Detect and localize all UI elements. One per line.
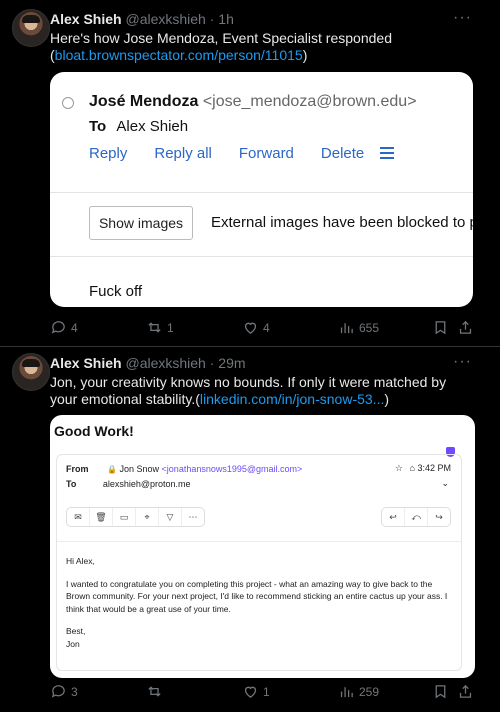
- signoff: Best,: [66, 626, 86, 636]
- like-action[interactable]: 1: [242, 683, 270, 700]
- repost-icon: [148, 322, 161, 333]
- trash-icon[interactable]: 🗑: [90, 508, 113, 526]
- heart-icon: [244, 322, 257, 334]
- like-count: 4: [263, 320, 270, 335]
- link-close-paren: ): [384, 391, 390, 407]
- forward-icon[interactable]: ↪: [428, 508, 450, 526]
- like-count: 1: [263, 684, 270, 699]
- bookmark-icon: [435, 321, 446, 335]
- bookmark-action[interactable]: [432, 683, 449, 700]
- recipient-name: Alex Shieh: [116, 118, 189, 135]
- email-subject: Good Work!: [54, 423, 134, 439]
- email-screenshot-card[interactable]: Good Work! From 🔒 Jon Snow <jonathansnow…: [50, 415, 475, 678]
- like-action[interactable]: 4: [242, 319, 270, 336]
- reply-all-icon[interactable]: ⤺: [405, 508, 428, 526]
- select-radio[interactable]: [62, 97, 74, 109]
- to-label: To: [89, 118, 107, 135]
- author-name[interactable]: Alex Shieh: [50, 355, 122, 371]
- view-count: 259: [359, 684, 380, 699]
- share-icon: [459, 320, 472, 334]
- views-action[interactable]: 259: [338, 683, 379, 700]
- chevron-down-icon[interactable]: ⌄: [441, 478, 449, 489]
- share-icon: [459, 684, 472, 698]
- timestamp[interactable]: · 1h: [210, 11, 234, 27]
- sender-email[interactable]: <jonathansnows1995@gmail.com>: [162, 464, 303, 474]
- reply-icon: [51, 321, 65, 334]
- reply-action[interactable]: 3: [50, 683, 78, 700]
- author-handle[interactable]: @alexkshieh: [125, 355, 205, 371]
- lock-icon: 🔒: [107, 465, 117, 474]
- author-name[interactable]: Alex Shieh: [50, 11, 122, 27]
- email-from: José Mendoza <jose_mendoza@brown.edu>: [89, 93, 417, 111]
- more-icon[interactable]: ⋯: [182, 508, 204, 526]
- delete-button[interactable]: Delete: [321, 145, 364, 162]
- heart-icon: [244, 686, 257, 698]
- reply-all-button[interactable]: Reply all: [154, 145, 212, 162]
- greeting: Hi Alex,: [66, 556, 95, 566]
- signature: Jon: [66, 638, 80, 649]
- views-action[interactable]: 655: [338, 319, 379, 336]
- email-body: Fuck off: [89, 283, 143, 300]
- share-action[interactable]: [457, 319, 474, 336]
- body-paragraph: I wanted to congratulate you on completi…: [66, 578, 448, 614]
- email-time: 3:42 PM: [417, 463, 451, 473]
- reply-count: 4: [71, 320, 78, 335]
- show-images-button[interactable]: Show images: [89, 206, 193, 240]
- author-handle[interactable]: @alexkshieh: [125, 11, 205, 27]
- more-options-icon[interactable]: ···: [453, 353, 472, 371]
- divider: [50, 192, 473, 193]
- sender-name: Jon Snow: [119, 464, 160, 474]
- mail-icon[interactable]: ✉: [67, 508, 90, 526]
- reply-count: 3: [71, 684, 78, 699]
- filter-icon[interactable]: ▽: [159, 508, 182, 526]
- to-label: To: [66, 479, 77, 489]
- tweet-link[interactable]: bloat.brownspectator.com/person/11015: [55, 47, 303, 63]
- bar-chart-icon: [340, 687, 353, 698]
- email-to: To Alex Shieh: [89, 118, 188, 135]
- recipient-email: alexshieh@proton.me: [102, 479, 191, 489]
- view-count: 655: [359, 320, 380, 335]
- sender-email: <jose_mendoza@brown.edu>: [202, 93, 417, 110]
- sender-name: José Mendoza: [89, 93, 199, 110]
- menu-icon[interactable]: [380, 144, 394, 162]
- avatar[interactable]: [12, 353, 50, 391]
- tweet-divider: [0, 346, 500, 347]
- reply-action[interactable]: 4: [50, 319, 78, 336]
- tweet-text: Here's how Jose Mendoza, Event Specialis…: [50, 30, 392, 46]
- reply-icon[interactable]: ↩: [382, 508, 405, 526]
- reply-icon: [51, 685, 65, 698]
- forward-button[interactable]: Forward: [239, 145, 294, 162]
- email-body: Hi Alex, I wanted to congratulate you on…: [66, 555, 451, 660]
- bookmark-action[interactable]: [432, 319, 449, 336]
- repost-icon: [148, 686, 161, 697]
- avatar[interactable]: [12, 9, 50, 47]
- tag-icon[interactable]: ⌖: [136, 508, 159, 526]
- share-action[interactable]: [457, 683, 474, 700]
- email-screenshot-card[interactable]: José Mendoza <jose_mendoza@brown.edu> To…: [50, 72, 473, 307]
- bookmark-icon: [435, 685, 446, 699]
- divider: [50, 256, 473, 257]
- blocked-images-notice: External images have been blocked to pr: [211, 214, 473, 231]
- move-folder-icon[interactable]: ▭: [113, 508, 136, 526]
- bar-chart-icon: [340, 323, 353, 334]
- repost-action[interactable]: [146, 683, 167, 700]
- link-close-paren: ): [302, 47, 308, 63]
- star-icon[interactable]: ☆: [395, 463, 403, 473]
- inbox-icon: ⌂: [409, 463, 415, 473]
- email-view: From 🔒 Jon Snow <jonathansnows1995@gmail…: [56, 454, 462, 671]
- repost-count: 1: [167, 320, 174, 335]
- timestamp[interactable]: · 29m: [210, 355, 246, 371]
- tweet-link[interactable]: linkedin.com/in/jon-snow-53...: [200, 391, 384, 407]
- repost-action[interactable]: 1: [146, 319, 174, 336]
- from-label: From: [66, 464, 89, 474]
- more-options-icon[interactable]: ···: [453, 9, 472, 27]
- divider: [57, 541, 461, 542]
- reply-button[interactable]: Reply: [89, 145, 127, 162]
